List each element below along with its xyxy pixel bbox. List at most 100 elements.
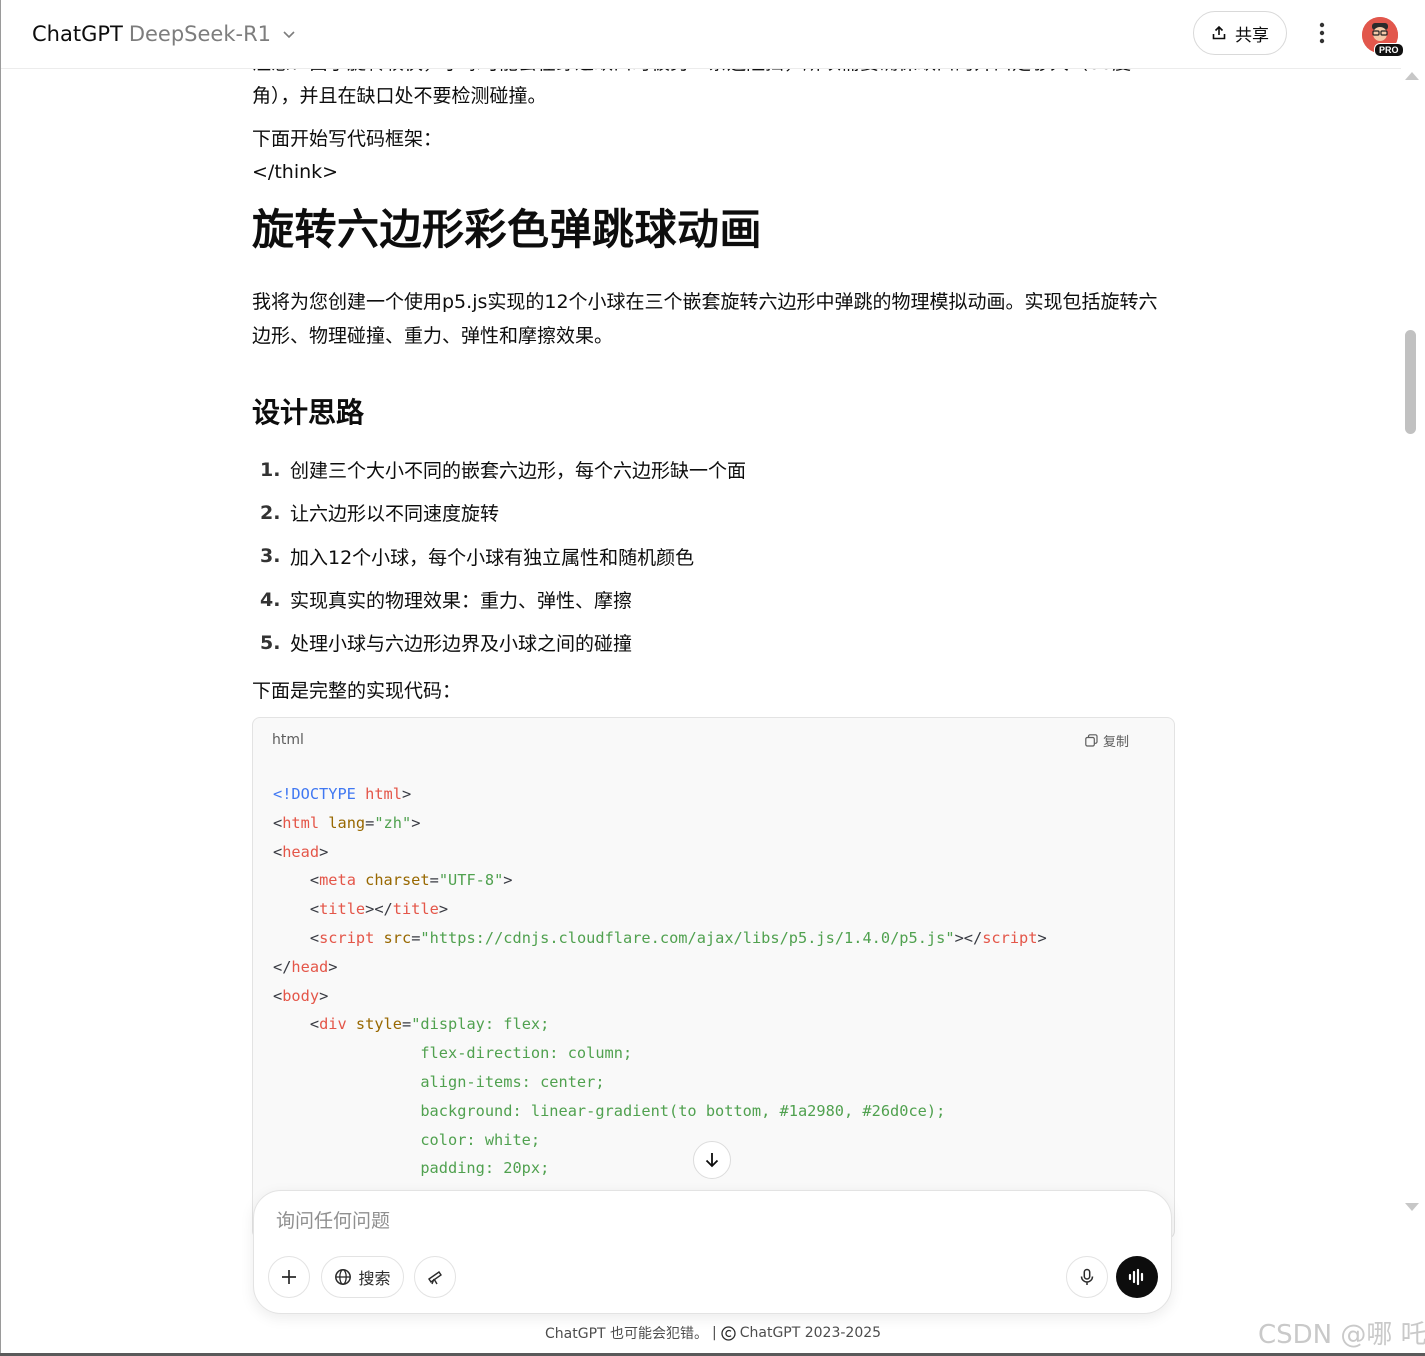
pro-badge: PRO: [1374, 43, 1404, 57]
scroll-down-arrow-icon[interactable]: [1405, 1203, 1419, 1211]
list-item-text: 创建三个大小不同的嵌套六边形，每个六边形缺一个面: [290, 460, 747, 483]
code-token: head: [282, 842, 320, 861]
code-token: head: [291, 957, 329, 976]
app-brand: ChatGPT: [32, 22, 123, 46]
code-language: html: [272, 732, 304, 748]
message-intro: 我将为您创建一个使用p5.js实现的12个小球在三个嵌套旋转六边形中弹跳的物理模…: [252, 291, 1158, 347]
code-token: <: [273, 871, 320, 890]
code-token: =: [429, 871, 439, 890]
more-options-button[interactable]: [1305, 16, 1339, 50]
list-number: 5.: [260, 631, 281, 654]
code-token: lang: [328, 813, 366, 832]
mic-icon: [1080, 1268, 1094, 1285]
code-line: <head>: [273, 843, 328, 861]
code-token: >: [1037, 928, 1047, 947]
search-label: 搜索: [358, 1269, 391, 1288]
list-item: 1. 创建三个大小不同的嵌套六边形，每个六边形缺一个面: [252, 448, 746, 491]
voice-mode-button[interactable]: [1116, 1256, 1158, 1298]
code-token: <: [273, 986, 283, 1005]
code-token: <: [273, 813, 283, 832]
code-line: color: white;: [273, 1131, 540, 1149]
code-token: body: [282, 986, 320, 1005]
code-token: align-items: center;: [273, 1072, 605, 1091]
code-line: <script src="https://cdnjs.cloudflare.co…: [273, 929, 1047, 947]
code-line: background: linear-gradient(to bottom, #…: [273, 1102, 945, 1120]
design-list: 1. 创建三个大小不同的嵌套六边形，每个六边形缺一个面 2. 让六边形以不同速度旋转…: [252, 448, 746, 664]
list-number: 4.: [260, 588, 281, 611]
message-line: 下面开始写代码框架：: [252, 128, 443, 150]
code-line: <meta charset="UTF-8">: [273, 871, 513, 889]
code-token: src: [383, 928, 412, 947]
code-line: flex-direction: column;: [273, 1044, 632, 1062]
code-token: "zh": [374, 813, 412, 832]
scroll-to-bottom-button[interactable]: [693, 1141, 731, 1179]
model-name: DeepSeek-R1: [128, 22, 272, 46]
code-token: "display: flex;: [411, 1015, 550, 1034]
watermark: CSDN @哪 吒: [1258, 1320, 1425, 1350]
code-token: flex-direction: column;: [273, 1044, 633, 1063]
list-item: 2. 让六边形以不同速度旋转: [252, 491, 746, 534]
code-token: >: [319, 986, 329, 1005]
attach-button[interactable]: [268, 1256, 310, 1298]
message-title: 旋转六边形彩色弹跳球动画: [252, 205, 763, 254]
code-token: title: [319, 900, 366, 919]
share-button[interactable]: 共享: [1193, 11, 1287, 55]
copy-icon: [1085, 734, 1098, 747]
voice-wave-icon: [1128, 1268, 1144, 1286]
footer-copyright: ChatGPT 2023-2025: [739, 1325, 882, 1341]
code-token: script: [982, 928, 1038, 947]
list-item-text: 实现真实的物理效果：重力、弹性、摩擦: [290, 590, 633, 613]
code-token: color: white;: [273, 1130, 541, 1149]
code-token: >: [328, 957, 338, 976]
section-heading: 设计思路: [252, 396, 365, 429]
code-token: html: [282, 813, 320, 832]
scrollbar-thumb[interactable]: [1405, 330, 1416, 434]
code-token: <!DOCTYPE: [273, 785, 366, 803]
avatar[interactable]: PRO: [1362, 17, 1404, 57]
code-token: >: [401, 785, 412, 803]
code-line: <!DOCTYPE html>: [273, 785, 411, 803]
list-item: 5. 处理小球与六边形边界及小球之间的碰撞: [252, 621, 746, 664]
code-token: charset: [365, 871, 430, 890]
scroll-up-arrow-icon[interactable]: [1405, 72, 1419, 80]
scrollbar[interactable]: [1402, 68, 1424, 1218]
window-border: [0, 0, 1, 1356]
code-line: align-items: center;: [273, 1072, 605, 1091]
globe-icon: [335, 1269, 352, 1285]
code-token: <: [273, 842, 283, 861]
prompt-input[interactable]: [274, 1209, 1138, 1233]
code-token: =: [401, 1015, 412, 1034]
code-token: <: [273, 928, 320, 947]
dictate-button[interactable]: [1066, 1256, 1108, 1298]
footer-disclaimer: ChatGPT 也可能会犯错。: [545, 1326, 709, 1342]
code-token: "https://cdnjs.cloudflare.com/ajax/libs/…: [420, 928, 955, 947]
plus-icon: [282, 1270, 296, 1284]
code-line: <div style="display: flex;: [273, 1015, 550, 1034]
model-switcher[interactable]: ChatGPT DeepSeek-R1: [32, 18, 297, 50]
composer: 搜索: [253, 1190, 1172, 1314]
code-token: meta: [319, 871, 356, 890]
search-button[interactable]: 搜索: [321, 1256, 404, 1298]
list-item: 3. 加入12个小球，每个小球有独立属性和随机颜色: [252, 535, 746, 578]
code-token: style: [355, 1015, 402, 1034]
list-item-text: 加入12个小球，每个小球有独立属性和随机颜色: [290, 546, 695, 569]
list-item-text: 让六边形以不同速度旋转: [290, 503, 500, 526]
footer-separator: |: [712, 1325, 717, 1341]
list-number: 1.: [260, 458, 281, 481]
code-token: script: [319, 928, 375, 947]
tools-button[interactable]: [414, 1256, 456, 1298]
code-token: "UTF-8": [438, 871, 504, 890]
code-token: ></: [365, 900, 393, 919]
list-item-text: 处理小球与六边形边界及小球之间的碰撞: [290, 633, 633, 656]
list-number: 2.: [260, 501, 281, 524]
code-line: <body>: [273, 987, 328, 1005]
chevron-down-icon: [283, 31, 295, 39]
code-content: <!DOCTYPE html> <html lang="zh"> <head> …: [273, 780, 1047, 1212]
code-line: </head>: [273, 958, 337, 976]
arrow-down-icon: [705, 1153, 719, 1168]
share-icon: [1212, 25, 1226, 40]
copy-code-button[interactable]: 复制: [1085, 731, 1129, 750]
